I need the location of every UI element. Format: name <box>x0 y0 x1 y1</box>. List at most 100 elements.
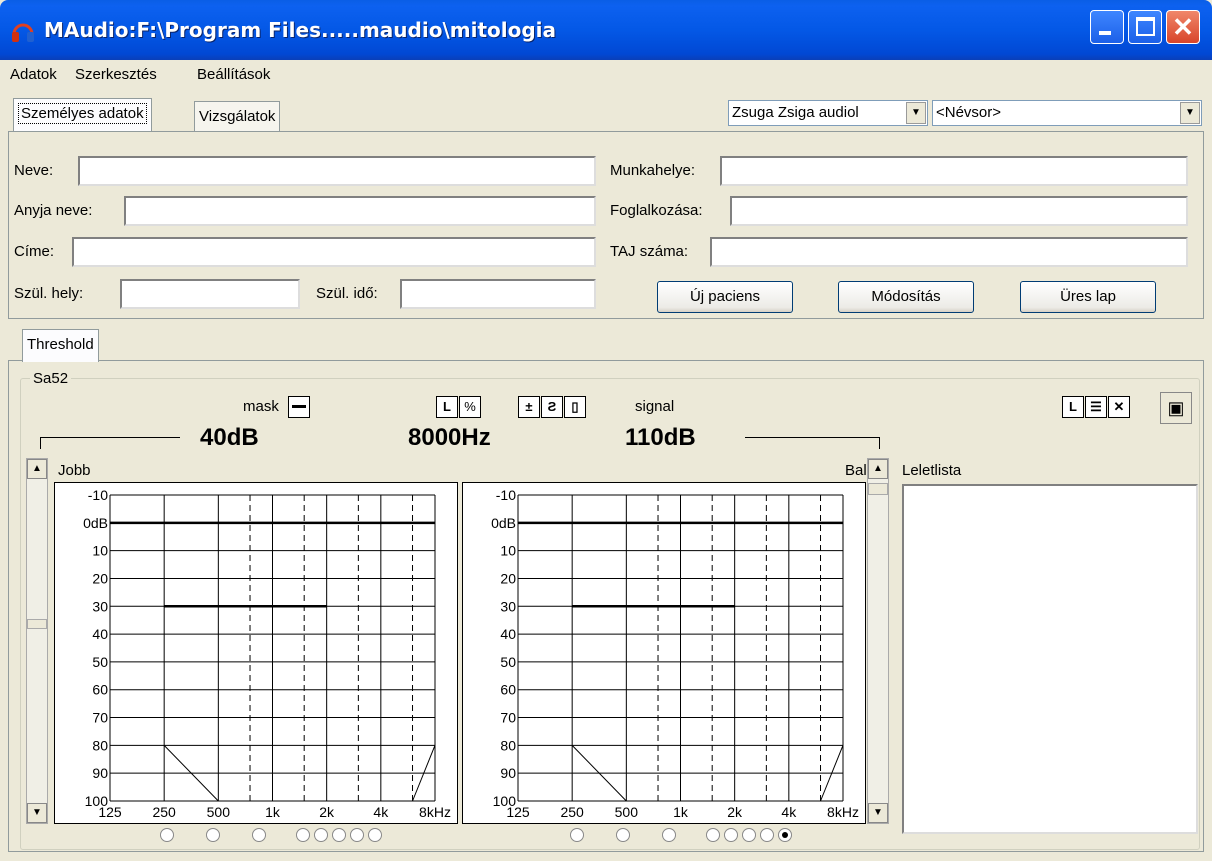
left-y-tick-label: 40 <box>500 626 516 642</box>
left-y-tick-label: 50 <box>500 654 516 670</box>
new-patient-button[interactable]: Új paciens <box>657 281 793 313</box>
address-field[interactable] <box>72 237 596 267</box>
left-y-tick-label: 70 <box>500 710 516 726</box>
name-field[interactable] <box>78 156 596 186</box>
left-y-tick-label: 30 <box>500 598 516 614</box>
birthdate-field[interactable] <box>400 279 596 309</box>
list-lines-icon[interactable]: ☰ <box>1085 396 1107 418</box>
mask-toggle-button[interactable] <box>288 396 310 418</box>
headphones-icon <box>12 23 34 42</box>
frequency-radio[interactable] <box>742 828 756 842</box>
save-icon[interactable]: ▣ <box>1160 392 1192 424</box>
scroll-down-icon[interactable]: ▼ <box>868 803 888 823</box>
results-list-label: Leletlista <box>902 462 962 479</box>
birthdate-label: Szül. idő: <box>316 285 378 302</box>
scroll-thumb[interactable] <box>27 619 47 629</box>
taj-label: TAJ száma: <box>610 243 689 260</box>
left-ear-chart-svg: -100dB102030405060708090100125 250 500 1k 2k… <box>491 487 859 820</box>
occupation-label: Foglalkozása: <box>610 202 703 219</box>
right-ear-audiogram[interactable]: -10 0dB 10 20 30 40 50 60 70 80 90 100 125 250 500 1k 2k… <box>54 482 458 824</box>
frequency-radio[interactable] <box>616 828 630 842</box>
frequency-radio[interactable] <box>206 828 220 842</box>
tab-vizsgalatok[interactable]: Vizsgálatok <box>194 101 281 131</box>
right-y-tick-label: 40 <box>92 626 108 642</box>
menu-adatok[interactable]: Adatok <box>10 60 57 90</box>
frequency-radio[interactable] <box>662 828 676 842</box>
chevron-down-icon[interactable]: ▼ <box>1180 102 1200 124</box>
patient-select[interactable]: <Névsor> ▼ <box>932 100 1202 126</box>
scroll-down-icon[interactable]: ▼ <box>27 803 47 823</box>
mother-name-field[interactable] <box>124 196 596 226</box>
mastoid-icon[interactable]: Ƨ <box>541 396 563 418</box>
right-ear-label: Jobb <box>58 462 91 479</box>
right-y-tick-label: 90 <box>92 765 108 781</box>
mask-label: mask <box>243 398 279 415</box>
frequency-radio[interactable] <box>332 828 346 842</box>
left-y-tick-label: 90 <box>500 765 516 781</box>
tab-szemelyes-adatok[interactable]: Személyes adatok <box>13 98 152 131</box>
close-button[interactable]: ✕ <box>1166 10 1200 44</box>
scroll-up-icon[interactable]: ▲ <box>868 459 888 479</box>
window-title: MAudio:F:\Program Files.....maudio\mitol… <box>44 18 557 42</box>
occupation-field[interactable] <box>730 196 1188 226</box>
delete-x-icon[interactable]: ✕ <box>1108 396 1130 418</box>
frequency-value: 8000Hz <box>408 424 491 451</box>
left-y-tick-label: 0dB <box>491 515 516 531</box>
left-x-tick-label: 1k <box>673 804 689 820</box>
taj-field[interactable] <box>710 237 1188 267</box>
right-y-tick-label: 0dB <box>83 515 108 531</box>
frequency-radio[interactable] <box>724 828 738 842</box>
frequency-radio[interactable] <box>368 828 382 842</box>
modify-button[interactable]: Módosítás <box>838 281 974 313</box>
results-list[interactable] <box>902 484 1198 834</box>
chevron-down-icon[interactable]: ▼ <box>906 102 926 124</box>
right-x-tick-label: 125 <box>98 804 122 820</box>
empty-page-button[interactable]: Üres lap <box>1020 281 1156 313</box>
frequency-radio[interactable] <box>778 828 792 842</box>
right-x-tick-label: 250 <box>152 804 176 820</box>
left-y-tick-label: 10 <box>500 543 516 559</box>
frequency-radio[interactable] <box>706 828 720 842</box>
sound-field-icon[interactable]: ▯ <box>564 396 586 418</box>
left-ear-l-button[interactable]: L <box>436 396 458 418</box>
frequency-radio[interactable] <box>570 828 584 842</box>
menu-szerkesztes[interactable]: Szerkesztés <box>75 60 157 90</box>
bone-conduction-icon[interactable]: ± <box>518 396 540 418</box>
mother-label: Anyja neve: <box>14 202 93 219</box>
tab-threshold[interactable]: Threshold <box>22 329 99 362</box>
frequency-radio[interactable] <box>350 828 364 842</box>
menu-beallitasok[interactable]: Beállítások <box>197 60 270 90</box>
birthplace-field[interactable] <box>120 279 300 309</box>
right-y-tick-label: -10 <box>88 487 108 503</box>
frequency-radio[interactable] <box>760 828 774 842</box>
minimize-button[interactable] <box>1090 10 1124 44</box>
maximize-icon <box>1136 17 1155 36</box>
left-ear-audiogram[interactable]: -10 0dB 10 20 30 40 50 60 70 80 90 100 125 250 500 1k 2k… <box>462 482 866 824</box>
scroll-thumb[interactable] <box>868 483 888 495</box>
percent-button[interactable]: % <box>459 396 481 418</box>
doctor-select[interactable]: Zsuga Zsiga audiol ▼ <box>728 100 928 126</box>
frequency-radio[interactable] <box>252 828 266 842</box>
right-y-tick-label: 70 <box>92 710 108 726</box>
workplace-field[interactable] <box>720 156 1188 186</box>
left-ear-label: Bal <box>845 462 867 479</box>
left-y-tick-label: -10 <box>496 487 516 503</box>
right-y-tick-label: 60 <box>92 682 108 698</box>
left-ear-scrollbar[interactable]: ▲ ▼ <box>867 458 889 824</box>
birthplace-label: Szül. hely: <box>14 285 84 302</box>
scroll-up-icon[interactable]: ▲ <box>27 459 47 479</box>
list-l-button[interactable]: L <box>1062 396 1084 418</box>
left-y-tick-label: 20 <box>500 570 516 586</box>
close-icon: ✕ <box>1172 12 1194 42</box>
frequency-radio[interactable] <box>296 828 310 842</box>
frequency-radio[interactable] <box>314 828 328 842</box>
frequency-radio[interactable] <box>160 828 174 842</box>
left-x-tick-label: 4k <box>781 804 797 820</box>
signal-label: signal <box>635 398 675 415</box>
right-ear-scrollbar[interactable]: ▲ ▼ <box>26 458 48 824</box>
maximize-button[interactable] <box>1128 10 1162 44</box>
group-title: Sa52 <box>30 370 72 387</box>
right-x-tick-label: 8kHz <box>419 804 451 820</box>
name-label: Neve: <box>14 162 54 179</box>
left-x-tick-label: 500 <box>615 804 639 820</box>
